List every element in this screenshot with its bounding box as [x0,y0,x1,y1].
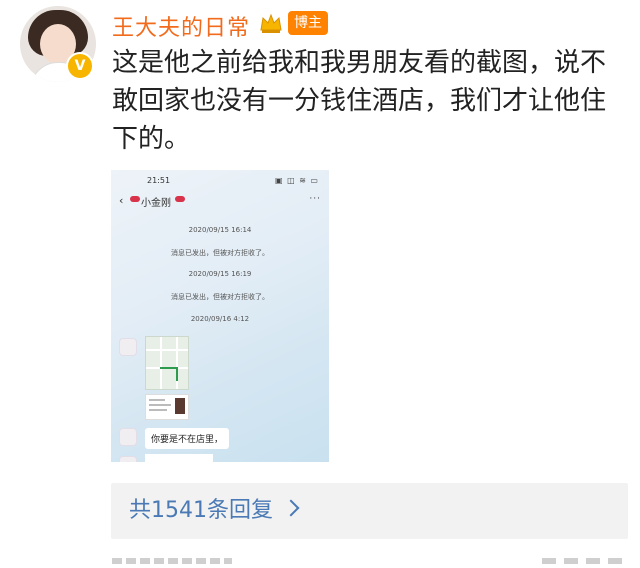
author-badge: 博主 [288,11,328,35]
username[interactable]: 王大夫的日常 [112,10,250,42]
chat-bubble: 你要是不在店里， [145,428,230,449]
sender-avatar [119,428,137,446]
profile-card [145,394,189,420]
sender-avatar [119,338,137,356]
rejected-note: 消息已发出，但被对方拒收了。 [171,249,269,257]
chat-header: ‹ 小金刚 ··· [111,194,329,210]
verified-v-icon: V [66,52,94,80]
status-time: 21:51 [147,176,171,185]
more-icon: ··· [309,194,321,204]
sender-avatar [119,456,137,462]
chevron-right-icon [282,499,300,517]
lips-icon [130,196,140,202]
lips-icon [175,196,185,202]
post-text: 这是他之前给我和我男朋友看的截图，说不敢回家也没有一分钱住酒店，我们才让他住下的… [112,48,607,154]
message-timestamp: 2020/09/15 16:14 [188,226,252,234]
embedded-chat-screenshot[interactable]: 21:51 ▣ ◫ ≋ ▭ ‹ 小金刚 ··· 2020/09/15 16:14… [111,170,329,462]
status-icons: ▣ ◫ ≋ ▭ [274,176,319,185]
replies-bar[interactable]: 共1541条回复 [111,483,628,539]
footer-actions [542,558,622,564]
map-card [145,336,189,390]
view-replies-link[interactable]: 共1541条回复 [129,483,273,539]
back-arrow-icon: ‹ [119,194,124,207]
post-footer-partial [108,556,628,568]
crown-icon [260,13,282,33]
chat-bubble-partial [145,454,213,462]
message-timestamp: 2020/09/16 4:12 [190,315,250,323]
phone-status-bar: 21:51 ▣ ◫ ≋ ▭ [111,176,329,188]
footer-meta [112,558,232,564]
contact-name: 小金刚 [141,198,171,209]
message-timestamp: 2020/09/15 16:19 [188,270,252,278]
rejected-note: 消息已发出，但被对方拒收了。 [171,293,269,301]
